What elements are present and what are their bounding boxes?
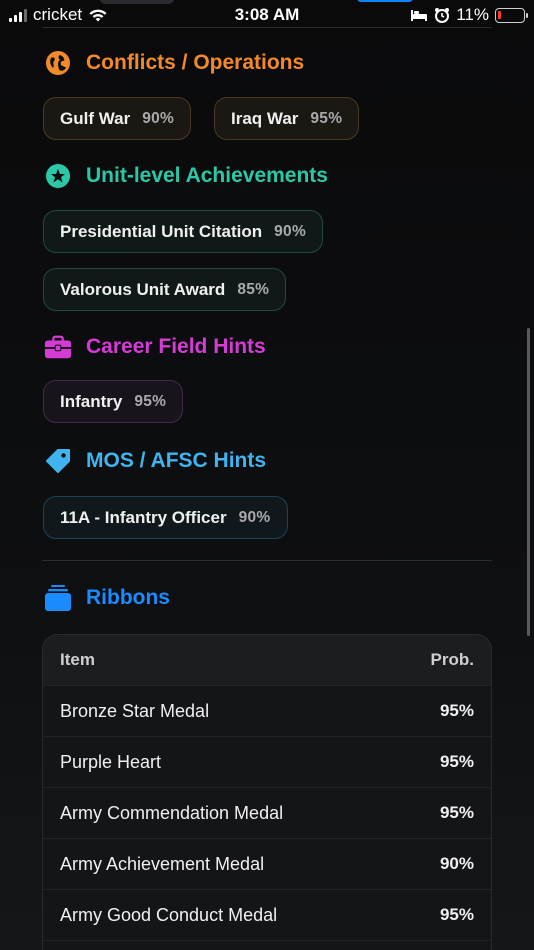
chip-label: 11A - Infantry Officer: [60, 507, 227, 527]
section-title: Career Field Hints: [86, 335, 266, 358]
row-item: Army Commendation Medal: [60, 802, 284, 823]
table-row[interactable]: Army Good Conduct Medal 95%: [43, 889, 491, 940]
status-bar: cricket 3:08 AM 11%: [0, 0, 534, 30]
chip-percent: 90%: [142, 109, 175, 127]
top-element: [100, 0, 174, 4]
table-row[interactable]: Bronze Star Medal 95%: [43, 685, 491, 736]
chip-infantry[interactable]: Infantry 95%: [43, 380, 184, 423]
table-row[interactable]: [43, 940, 491, 950]
stack-icon: [44, 584, 72, 612]
career-section-header: Career Field Hints: [44, 333, 266, 361]
table-row[interactable]: Army Achievement Medal 90%: [43, 838, 491, 889]
row-item: Army Good Conduct Medal: [60, 904, 278, 925]
chip-label: Valorous Unit Award: [60, 279, 226, 299]
table-row[interactable]: Army Commendation Medal 95%: [43, 787, 491, 838]
chip-percent: 85%: [237, 280, 270, 298]
chip-presidential-unit-citation[interactable]: Presidential Unit Citation 90%: [43, 210, 324, 253]
chip-percent: 90%: [274, 222, 307, 240]
chip-11a-infantry-officer[interactable]: 11A - Infantry Officer 90%: [43, 496, 288, 539]
section-title: Ribbons: [86, 586, 170, 609]
row-item: Army Achievement Medal: [60, 853, 265, 874]
column-header-prob: Prob.: [430, 650, 474, 669]
tag-icon: [44, 447, 72, 475]
chip-gulf-war[interactable]: Gulf War 90%: [43, 97, 192, 140]
chip-valorous-unit-award[interactable]: Valorous Unit Award 85%: [43, 268, 287, 311]
column-header-item: Item: [60, 650, 95, 669]
scrollbar[interactable]: [527, 328, 530, 636]
chip-label: Infantry: [60, 391, 123, 411]
chip-percent: 90%: [238, 508, 271, 526]
alarm-icon: [435, 8, 450, 23]
ribbons-section-header: Ribbons: [44, 584, 170, 612]
chip-label: Presidential Unit Citation: [60, 221, 263, 241]
battery-percent: 11%: [456, 5, 489, 24]
table-header: Item Prob.: [43, 635, 491, 685]
row-prob: 95%: [439, 803, 474, 822]
section-title: Unit-level Achievements: [86, 164, 328, 187]
chip-label: Iraq War: [231, 108, 299, 128]
battery-icon: [495, 7, 528, 23]
screen: cricket 3:08 AM 11% Conflicts / Operatio…: [0, 0, 534, 950]
chip-percent: 95%: [134, 392, 167, 410]
table-row[interactable]: Purple Heart 95%: [43, 736, 491, 787]
top-accent-element: [357, 0, 413, 2]
section-divider: [42, 560, 492, 561]
ribbons-table: Item Prob. Bronze Star Medal 95% Purple …: [42, 634, 492, 950]
globe-icon: [44, 49, 72, 77]
row-item: Purple Heart: [60, 751, 162, 772]
chip-iraq-war[interactable]: Iraq War 95%: [214, 97, 360, 140]
top-divider: [42, 27, 492, 28]
section-title: MOS / AFSC Hints: [86, 449, 267, 472]
conflicts-section-header: Conflicts / Operations: [44, 49, 304, 77]
bed-icon: [411, 10, 428, 21]
chip-percent: 95%: [310, 109, 343, 127]
mos-section-header: MOS / AFSC Hints: [44, 447, 266, 475]
briefcase-icon: [44, 333, 72, 361]
row-prob: 95%: [439, 752, 474, 771]
chip-label: Gulf War: [60, 108, 131, 128]
row-item: Bronze Star Medal: [60, 700, 210, 721]
row-prob: 95%: [439, 701, 474, 720]
row-prob: 90%: [439, 854, 474, 873]
row-prob: 95%: [439, 905, 474, 924]
star-circle-icon: [44, 162, 72, 190]
unit-section-header: Unit-level Achievements: [44, 162, 328, 190]
section-title: Conflicts / Operations: [86, 51, 305, 74]
